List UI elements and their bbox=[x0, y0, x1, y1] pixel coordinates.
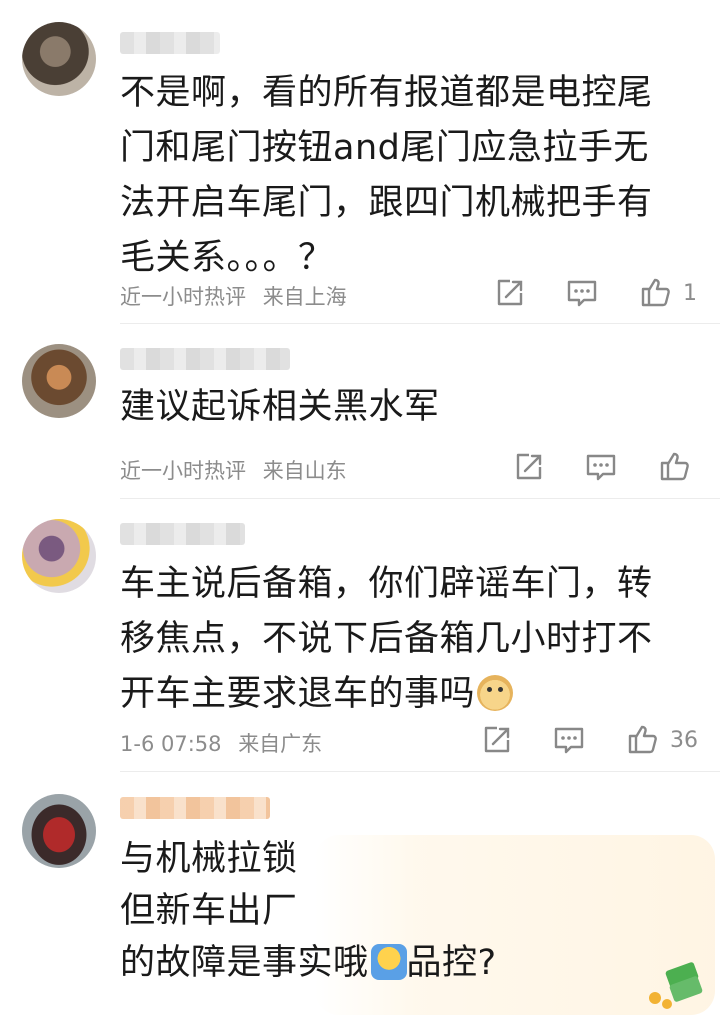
like-count: 36 bbox=[670, 728, 698, 753]
divider bbox=[120, 498, 720, 499]
comment-text-segment: 品控? bbox=[406, 943, 497, 983]
comment-time: 近一小时热评 bbox=[120, 285, 246, 309]
comment-location: 来自广东 bbox=[238, 732, 323, 756]
comment-icon[interactable] bbox=[585, 451, 617, 483]
thumbs-up-icon[interactable] bbox=[627, 723, 659, 755]
thumbs-up-icon[interactable] bbox=[640, 276, 672, 308]
like-count: 1 bbox=[683, 281, 697, 306]
shrug-emoji bbox=[370, 944, 407, 980]
comment-text-segment: 的故障是事实哦 bbox=[120, 943, 369, 983]
username-blurred[interactable] bbox=[120, 523, 245, 545]
divider bbox=[120, 323, 720, 324]
comment-text-line: 的故障是事实哦 品控? bbox=[120, 936, 705, 991]
doge-emoji bbox=[477, 675, 514, 711]
repost-icon[interactable] bbox=[513, 451, 545, 483]
comment-meta: 近一小时热评 来自上海 bbox=[120, 281, 347, 311]
comment-location: 来自山东 bbox=[262, 459, 347, 483]
comment-text-line: 与机械拉锁 bbox=[120, 839, 298, 879]
comment-text: 建议起诉相关黑水军 bbox=[120, 387, 440, 427]
comment-location: 来自上海 bbox=[262, 285, 347, 309]
repost-icon[interactable] bbox=[494, 277, 526, 309]
username-blurred[interactable] bbox=[120, 32, 220, 54]
comment-text: 不是啊，看的所有报道都是电控尾 门和尾门按钮and尾门应急拉手无 法开启车尾门，… bbox=[120, 73, 653, 278]
comment-icon[interactable] bbox=[553, 724, 585, 756]
divider bbox=[120, 771, 720, 772]
avatar[interactable] bbox=[22, 794, 96, 868]
thumbs-up-icon[interactable] bbox=[659, 450, 691, 482]
comment-time: 1-6 07:58 bbox=[120, 732, 222, 756]
comment-text-body: 车主说后备箱，你们辟谣车门，转 移焦点，不说下后备箱几小时打不 开车主要求退车的… bbox=[120, 564, 653, 714]
comment-time: 近一小时热评 bbox=[120, 459, 246, 483]
comment-text: 车主说后备箱，你们辟谣车门，转 移焦点，不说下后备箱几小时打不 开车主要求退车的… bbox=[120, 557, 705, 722]
avatar[interactable] bbox=[22, 22, 96, 96]
username-blurred[interactable] bbox=[120, 348, 290, 370]
avatar[interactable] bbox=[22, 344, 96, 418]
username-blurred[interactable] bbox=[120, 797, 270, 819]
comment-text-line: 但新车出厂 bbox=[120, 891, 298, 931]
repost-icon[interactable] bbox=[481, 724, 513, 756]
comment-meta: 1-6 07:58 来自广东 bbox=[120, 728, 322, 758]
avatar[interactable] bbox=[22, 519, 96, 593]
comment-icon[interactable] bbox=[566, 277, 598, 309]
money-sticker-icon bbox=[649, 962, 703, 1009]
comment-meta: 近一小时热评 来自山东 bbox=[120, 455, 347, 485]
